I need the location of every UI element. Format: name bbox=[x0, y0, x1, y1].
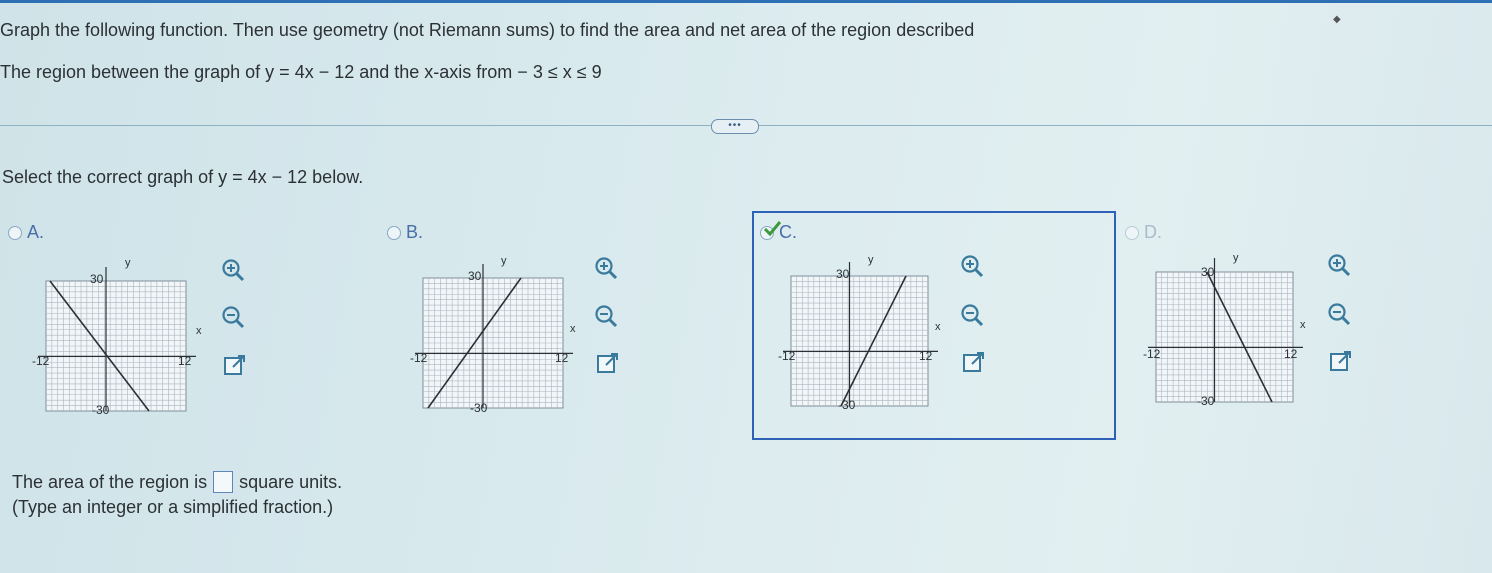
option-d-graph-svg: 30 -30 -12 12 x y bbox=[1143, 252, 1306, 408]
option-c-zoom-out-icon[interactable] bbox=[959, 302, 985, 328]
option-c-xmin-label: -12 bbox=[778, 349, 796, 363]
option-c-grid bbox=[783, 262, 938, 407]
option-d-xaxis-label: x bbox=[1300, 319, 1306, 331]
top-accent-bar bbox=[0, 0, 1492, 3]
option-b-zoom-out-icon[interactable] bbox=[593, 303, 619, 329]
option-b-ymax-label: 30 bbox=[468, 269, 482, 283]
option-d-yaxis-label: y bbox=[1233, 252, 1239, 264]
option-b-label: B. bbox=[406, 222, 424, 242]
option-b-graph-svg: 30 -30 -12 12 x y bbox=[410, 255, 576, 415]
option-a-xmin-label: -12 bbox=[32, 354, 50, 368]
answer-prefix: The area of the region is bbox=[12, 471, 208, 492]
option-d-zoom-in-icon[interactable] bbox=[1326, 252, 1352, 278]
option-b[interactable]: B. bbox=[387, 222, 423, 243]
option-a-xmax-label: 12 bbox=[178, 354, 192, 368]
corner-marker: ◆ bbox=[1333, 14, 1341, 25]
option-c-ymin-label: -30 bbox=[838, 398, 856, 412]
option-b-zoom-in-icon[interactable] bbox=[593, 255, 619, 281]
option-a-zoom-in-icon[interactable] bbox=[220, 257, 246, 283]
option-b-ymin-label: -30 bbox=[470, 401, 488, 415]
option-a-xaxis-label: x bbox=[196, 325, 202, 337]
option-a-ymin-label: -30 bbox=[92, 403, 110, 417]
option-a-graph-svg: 30 -30 -12 12 x y bbox=[32, 257, 202, 417]
option-c-xmax-label: 12 bbox=[919, 349, 933, 363]
option-b-yaxis-label: y bbox=[501, 255, 507, 267]
option-c-radio[interactable] bbox=[760, 220, 781, 240]
option-d[interactable]: D. bbox=[1125, 222, 1162, 243]
option-b-xaxis-label: x bbox=[570, 323, 576, 335]
option-a-grid bbox=[38, 267, 196, 412]
option-a-zoom-out-icon[interactable] bbox=[220, 304, 246, 330]
area-answer-input[interactable] bbox=[213, 471, 234, 493]
option-a[interactable]: A. bbox=[8, 222, 44, 243]
question-instruction: Graph the following function. Then use g… bbox=[0, 20, 975, 40]
option-d-label: D. bbox=[1144, 222, 1162, 242]
select-graph-prompt: Select the correct graph of y = 4x − 12 … bbox=[2, 167, 364, 187]
option-d-ymax-label: 30 bbox=[1201, 265, 1215, 279]
option-d-popout-icon[interactable] bbox=[1328, 349, 1354, 375]
option-a-radio[interactable] bbox=[8, 225, 22, 240]
answer-suffix: square units. bbox=[239, 471, 343, 492]
option-d-xmin-label: -12 bbox=[1143, 347, 1161, 361]
option-c-graph-svg: 30 -30 -12 12 x y bbox=[778, 254, 941, 412]
question-region: The region between the graph of y = 4x −… bbox=[0, 62, 602, 82]
option-b-xmin-label: -12 bbox=[410, 351, 428, 365]
option-b-graph: 30 -30 -12 12 x y bbox=[408, 252, 593, 417]
option-c-ymax-label: 30 bbox=[836, 267, 850, 281]
option-a-yaxis-label: y bbox=[125, 257, 131, 269]
option-d-graph: 30 -30 -12 12 x y bbox=[1141, 250, 1326, 415]
option-d-zoom-out-icon[interactable] bbox=[1326, 301, 1352, 327]
option-b-grid bbox=[415, 264, 573, 409]
option-a-label: A. bbox=[27, 222, 45, 242]
expand-more-button[interactable]: ••• bbox=[711, 119, 759, 134]
option-b-xmax-label: 12 bbox=[555, 351, 569, 365]
option-c-graph: 30 -30 -12 12 x y bbox=[776, 252, 961, 417]
option-c-xaxis-label: x bbox=[935, 321, 941, 333]
option-d-radio[interactable] bbox=[1125, 225, 1139, 240]
option-c-zoom-in-icon[interactable] bbox=[959, 253, 985, 279]
option-a-ymax-label: 30 bbox=[90, 272, 104, 286]
checkmark-icon bbox=[763, 220, 781, 236]
option-d-grid bbox=[1148, 258, 1303, 403]
option-d-ymin-label: -30 bbox=[1197, 394, 1215, 408]
option-a-graph: 30 -30 -12 12 x y bbox=[30, 252, 215, 417]
option-c[interactable]: C. bbox=[760, 220, 797, 243]
option-b-popout-icon[interactable] bbox=[595, 351, 621, 377]
option-b-radio[interactable] bbox=[387, 225, 401, 240]
option-a-popout-icon[interactable] bbox=[222, 353, 248, 379]
option-d-xmax-label: 12 bbox=[1284, 347, 1298, 361]
answer-hint: (Type an integer or a simplified fractio… bbox=[12, 497, 334, 517]
option-c-label: C. bbox=[779, 222, 797, 242]
answer-row: The area of the region is square units. bbox=[12, 471, 342, 493]
option-c-popout-icon[interactable] bbox=[961, 350, 987, 376]
option-c-yaxis-label: y bbox=[868, 254, 874, 266]
